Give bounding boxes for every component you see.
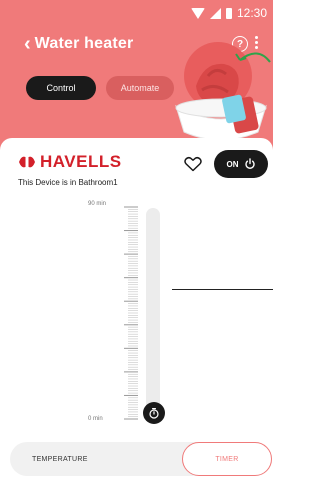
scale-max-label: 90 min [88, 201, 107, 207]
battery-icon [225, 7, 232, 19]
back-button[interactable]: ‹ Water heater [24, 34, 133, 54]
brand-name: HAVELLS [40, 152, 122, 171]
mode-switch: TEMPERATURE TIMER [10, 442, 272, 476]
power-label: ON [226, 159, 239, 169]
scale-ticks [124, 206, 138, 420]
water-heater-illustration [175, 42, 271, 141]
status-time: 12:30 [236, 6, 267, 20]
havells-logo-icon [19, 156, 35, 168]
chevron-left-icon: ‹ [24, 33, 31, 55]
heart-outline-icon[interactable] [184, 156, 202, 172]
timer-slider-track[interactable] [146, 208, 160, 422]
scale-min-label: 0 min [88, 416, 103, 422]
tab-bar: Control Automate [26, 76, 174, 100]
brand: HAVELLS [18, 152, 122, 172]
stopwatch-icon [149, 408, 159, 419]
power-toggle[interactable]: ON [214, 150, 268, 178]
wifi-icon [190, 7, 205, 19]
page-title: Water heater [34, 35, 134, 52]
header: 12:30 ‹ Water heater ? Control Automate [0, 0, 273, 150]
timer-scale: 90 min 0 min [0, 201, 273, 432]
mode-temperature-button[interactable]: TEMPERATURE [32, 442, 88, 476]
power-icon [244, 158, 255, 169]
tab-automate[interactable]: Automate [106, 76, 174, 100]
divider-line [172, 289, 273, 290]
signal-icon [209, 7, 221, 19]
status-bar: 12:30 [190, 4, 267, 22]
mode-timer-button[interactable]: TIMER [182, 442, 272, 476]
device-location: This Device is in Bathroom1 [18, 178, 118, 187]
timer-slider-knob[interactable] [143, 402, 165, 424]
tab-control[interactable]: Control [26, 76, 96, 100]
